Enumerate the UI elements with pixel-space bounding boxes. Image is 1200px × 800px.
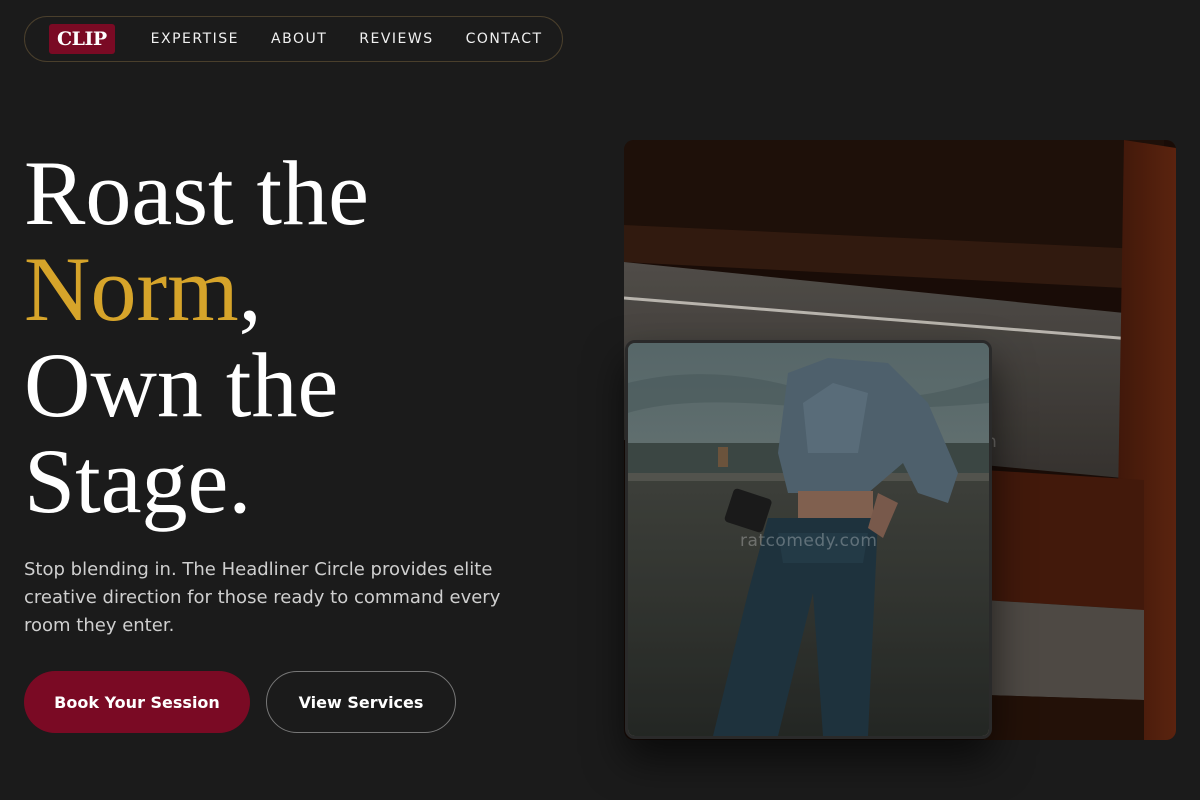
top-nav: CLIP EXPERTISE ABOUT REVIEWS CONTACT [24, 16, 563, 62]
page: CLIP EXPERTISE ABOUT REVIEWS CONTACT Roa… [0, 0, 1200, 800]
nav-link-expertise[interactable]: EXPERTISE [151, 31, 239, 47]
hero-headline: Roast the Norm, Own the Stage. [24, 145, 369, 529]
nav-link-reviews[interactable]: REVIEWS [359, 31, 433, 47]
headline-line-1: Roast the [24, 142, 369, 244]
hero-subtext: Stop blending in. The Headliner Circle p… [24, 559, 501, 636]
nav-link-about[interactable]: ABOUT [271, 31, 327, 47]
watermark-text: ratcomedy.com [740, 531, 878, 551]
logo[interactable]: CLIP [49, 24, 115, 54]
nav-link-contact[interactable]: CONTACT [466, 31, 543, 47]
hero-image-front: ratcomedy.com [625, 340, 992, 739]
view-services-button[interactable]: View Services [266, 671, 456, 733]
headline-line-4: Stage. [24, 430, 252, 532]
headline-comma: , [238, 238, 262, 340]
nav-links: EXPERTISE ABOUT REVIEWS CONTACT [151, 31, 543, 47]
headline-line-3: Own the [24, 334, 339, 436]
headline-accent-word: Norm [24, 238, 239, 340]
book-session-button[interactable]: Book Your Session [24, 671, 250, 733]
